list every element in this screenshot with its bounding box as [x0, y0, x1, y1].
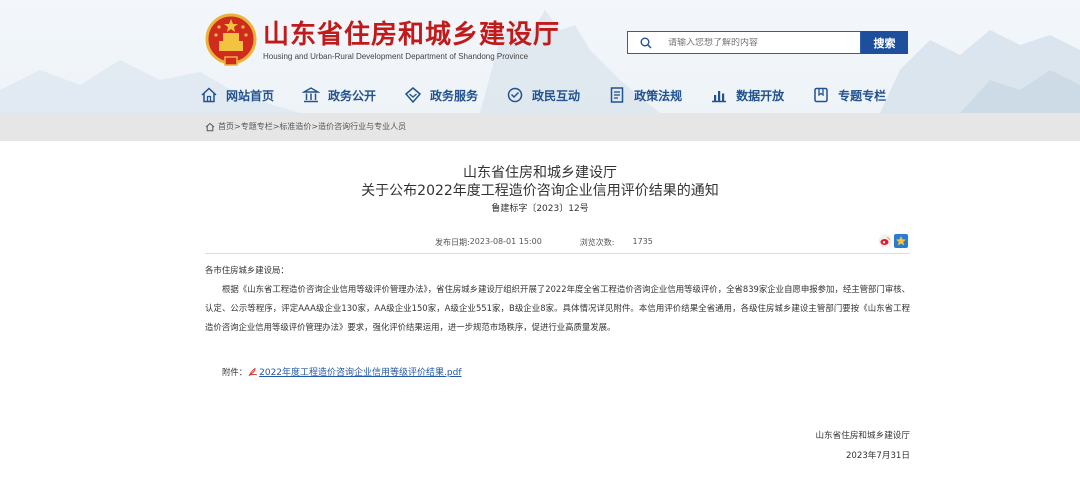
bookmark-icon: [814, 87, 828, 103]
nav-item-special-topics[interactable]: 专题专栏: [812, 86, 886, 104]
nav-item-label: 政策法规: [634, 88, 683, 103]
nav-item-label: 政民互动: [532, 88, 581, 103]
home-icon: [205, 122, 215, 131]
attachment-link[interactable]: 2022年度工程造价咨询企业信用等级评价结果.pdf: [259, 365, 461, 378]
views-label: 浏览次数:: [579, 238, 615, 247]
nav-item-gov-services[interactable]: 政务服务: [404, 86, 478, 104]
breadcrumb-text[interactable]: 首页>专题专栏>标准造价>造价咨询行业与专业人员: [218, 121, 406, 132]
building-icon: [302, 87, 321, 103]
site-brand[interactable]: 山东省住房和城乡建设厅 Housing and Urban-Rural Deve…: [205, 10, 560, 70]
nav-item-label: 数据开放: [736, 88, 785, 103]
article-title-line2: 关于公布2022年度工程造价咨询企业信用评价结果的通知: [361, 183, 719, 199]
diamond-service-icon: [404, 87, 422, 104]
site-header: 山东省住房和城乡建设厅 Housing and Urban-Rural Deve…: [0, 0, 1080, 113]
search-box: [627, 31, 861, 54]
article-paragraph: 根据《山东省工程造价咨询企业信用等级评价管理办法》，省住房城乡建设厅组织开展了2…: [205, 284, 910, 332]
attachment: 附件： 2022年度工程造价咨询企业信用等级评价结果.pdf: [222, 365, 462, 379]
nav-item-interaction[interactable]: 政民互动: [506, 86, 580, 104]
bar-chart-icon: [712, 91, 727, 103]
views-count: 1735: [632, 237, 653, 246]
interaction-icon: [507, 87, 523, 103]
breadcrumb-bar: 首页>专题专栏>标准造价>造价咨询行业与专业人员: [0, 113, 1080, 141]
article-meta: 发布日期: 2023-08-01 15:00 浏览次数: 1735: [435, 237, 653, 248]
meta-divider: [205, 253, 910, 254]
pdf-icon: [248, 367, 258, 376]
attachment-label: 附件：: [222, 366, 248, 377]
document-number: 鲁建标字〔2023〕12号: [491, 204, 589, 214]
publish-date: 2023-08-01 15:00: [469, 237, 542, 246]
main-nav: 网站首页 政务公开 政务服务 政民互动 政策法规 数据开放 专题专栏: [200, 82, 914, 108]
search-input[interactable]: [668, 37, 818, 48]
nav-item-open-data[interactable]: 数据开放: [710, 86, 784, 104]
nav-item-label: 网站首页: [226, 88, 275, 103]
home-icon: [201, 87, 217, 103]
signature-date: 2023年7月31日: [845, 451, 910, 461]
weibo-share-icon[interactable]: [878, 234, 892, 248]
share-buttons: [876, 234, 908, 248]
search-bar: 搜索: [627, 31, 908, 54]
national-emblem-logo: [205, 13, 257, 66]
article-title-line1: 山东省住房和城乡建设厅: [463, 165, 617, 181]
favorite-star-icon[interactable]: [894, 234, 908, 248]
nav-item-label: 专题专栏: [838, 88, 887, 103]
signature-organization: 山东省住房和城乡建设厅: [815, 431, 910, 441]
publish-date-label: 发布日期:: [435, 238, 470, 247]
nav-item-label: 政务公开: [328, 88, 377, 103]
breadcrumb[interactable]: 首页>专题专栏>标准造价>造价咨询行业与专业人员: [205, 121, 406, 132]
nav-item-gov-affairs[interactable]: 政务公开: [302, 86, 376, 104]
search-icon: [640, 37, 652, 48]
nav-item-home[interactable]: 网站首页: [200, 86, 274, 104]
site-title: 山东省住房和城乡建设厅: [263, 19, 561, 50]
salutation: 各市住房城乡建设局：: [205, 265, 289, 275]
document-icon: [610, 87, 624, 103]
site-subtitle: Housing and Urban-Rural Development Depa…: [263, 51, 529, 61]
nav-item-policy[interactable]: 政策法规: [608, 86, 682, 104]
nav-item-label: 政务服务: [430, 88, 479, 103]
search-button[interactable]: 搜索: [861, 31, 908, 54]
